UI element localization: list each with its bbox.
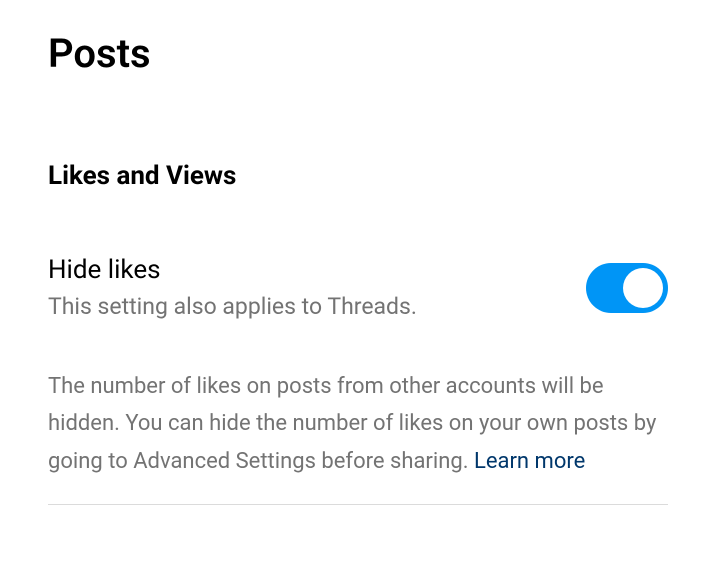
hide-likes-toggle[interactable] — [586, 263, 668, 313]
page-title: Posts — [48, 30, 668, 77]
hide-likes-subtitle: This setting also applies to Threads. — [48, 293, 546, 320]
setting-text: Hide likes This setting also applies to … — [48, 255, 586, 320]
toggle-knob — [623, 268, 663, 308]
hide-likes-description: The number of likes on posts from other … — [48, 368, 668, 505]
section-title-likes-views: Likes and Views — [48, 161, 668, 191]
setting-hide-likes: Hide likes This setting also applies to … — [48, 255, 668, 320]
hide-likes-label: Hide likes — [48, 255, 546, 285]
learn-more-link[interactable]: Learn more — [474, 449, 585, 474]
